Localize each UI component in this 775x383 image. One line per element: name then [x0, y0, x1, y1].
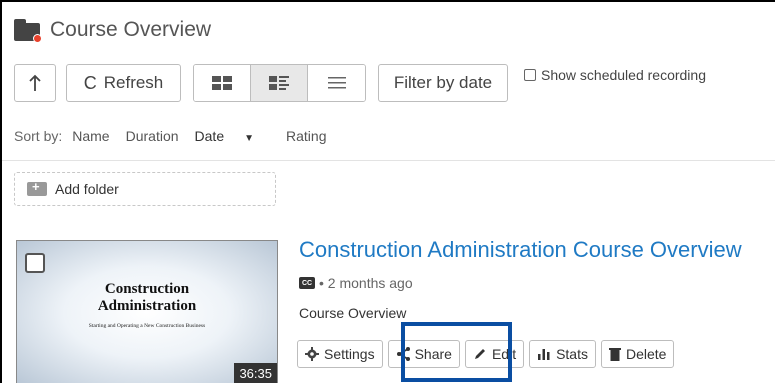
sort-bar: Sort by: Name Duration Date ▼ Rating: [14, 128, 342, 144]
sort-rating[interactable]: Rating: [286, 128, 326, 144]
divider: [2, 160, 775, 161]
page-header: Course Overview: [14, 16, 211, 44]
session-thumbnail[interactable]: Construction Administration Starting and…: [16, 240, 278, 383]
bar-chart-icon: [538, 349, 550, 360]
add-folder-label: Add folder: [55, 181, 119, 197]
add-folder-icon: [27, 179, 47, 196]
session-folder-link[interactable]: Course Overview: [299, 305, 406, 321]
page-title: Course Overview: [50, 18, 212, 41]
show-scheduled-toggle[interactable]: Show scheduled recording: [524, 67, 706, 83]
sort-label: Sort by:: [14, 128, 63, 144]
stats-button[interactable]: Stats: [529, 340, 596, 368]
view-mode-group: [193, 64, 366, 102]
detail-view-icon: [269, 76, 289, 90]
arrow-up-icon: [29, 74, 41, 91]
filter-by-date-button[interactable]: Filter by date: [378, 64, 508, 102]
sort-duration[interactable]: Duration: [126, 128, 179, 144]
settings-label: Settings: [324, 346, 375, 362]
sort-date-label: Date: [194, 128, 225, 144]
folder-icon: [14, 19, 42, 43]
toolbar: C Refresh Filter by date Show scheduled …: [14, 63, 706, 103]
sort-name[interactable]: Name: [72, 128, 109, 144]
refresh-icon: C: [83, 72, 97, 93]
sort-date[interactable]: Date ▼: [195, 128, 270, 144]
stats-label: Stats: [556, 346, 588, 362]
share-highlight-box: [401, 322, 512, 382]
list-view-icon: [327, 77, 346, 89]
delete-button[interactable]: Delete: [600, 340, 675, 368]
refresh-button[interactable]: C Refresh: [66, 64, 181, 102]
session-age: • 2 months ago: [319, 275, 413, 291]
thumbnail-title-line2: Administration: [97, 298, 197, 314]
gear-icon: [305, 347, 319, 361]
session-meta: CC • 2 months ago: [299, 275, 413, 291]
duration-badge: 36:35: [234, 363, 277, 383]
cc-icon: CC: [299, 277, 315, 289]
thumbnail-subtitle: Starting and Operating a New Constructio…: [88, 323, 206, 329]
refresh-label: Refresh: [103, 73, 164, 92]
add-folder-button[interactable]: Add folder: [14, 172, 276, 206]
session-title-link[interactable]: Construction Administration Course Overv…: [299, 237, 742, 263]
show-scheduled-label: Show scheduled recording: [541, 67, 706, 83]
sort-direction-icon: ▼: [244, 133, 255, 144]
detail-view-button[interactable]: [251, 65, 308, 101]
delete-label: Delete: [625, 346, 667, 362]
grid-view-icon: [212, 76, 232, 90]
session-select-checkbox[interactable]: [25, 253, 45, 273]
trash-icon: [608, 348, 621, 361]
up-button[interactable]: [14, 64, 56, 102]
thumbnail-title: Construction Administration: [17, 281, 277, 315]
show-scheduled-checkbox[interactable]: [524, 69, 536, 81]
app-window: Course Overview C Refresh Filter by date…: [0, 0, 775, 383]
grid-view-button[interactable]: [194, 65, 251, 101]
thumbnail-title-line1: Construction: [104, 281, 190, 297]
settings-button[interactable]: Settings: [297, 340, 383, 368]
list-view-button[interactable]: [308, 65, 365, 101]
